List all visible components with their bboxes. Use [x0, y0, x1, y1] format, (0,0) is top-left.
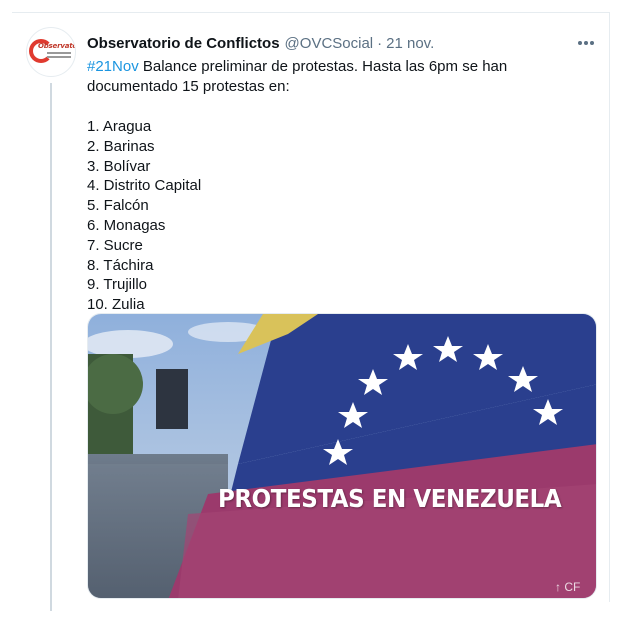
tweet-intro: #21Nov Balance preliminar de protestas. … — [87, 57, 597, 97]
tweet-card[interactable]: Observatorio Observatorio de Conflictos … — [12, 12, 610, 611]
tweet-intro-text: Balance preliminar de protestas. Hasta l… — [87, 58, 508, 95]
media-caption: PROTESTAS EN VENEZUELA — [218, 484, 562, 513]
ovc-logo-icon: Observatorio — [29, 37, 75, 67]
list-item: 10. Zulia — [87, 296, 145, 314]
list-item: 9. Trujillo — [87, 276, 148, 294]
more-button[interactable] — [574, 33, 598, 53]
user-handle[interactable]: @OVCSocial — [285, 35, 374, 52]
timestamp-link[interactable]: 21 nov. — [386, 35, 434, 52]
hashtag-link[interactable]: #21Nov — [87, 58, 139, 75]
more-horizontal-icon — [578, 41, 594, 45]
tweet-text: #21Nov Balance preliminar de protestas. … — [87, 57, 597, 315]
separator-dot: · — [377, 35, 383, 52]
list-item: 7. Sucre — [87, 236, 143, 254]
state-list: 1. Aragua 2. Barinas 3. Bolívar 4. Distr… — [87, 117, 597, 315]
flag-protest-photo — [88, 314, 596, 598]
list-item: 2. Barinas — [87, 137, 155, 155]
list-item: 4. Distrito Capital — [87, 177, 202, 195]
list-item: 5. Falcón — [87, 197, 149, 215]
list-item: 6. Monagas — [87, 216, 166, 234]
avatar[interactable]: Observatorio — [26, 27, 76, 77]
list-item: 3. Bolívar — [87, 157, 151, 175]
thread-line — [50, 83, 52, 611]
display-name[interactable]: Observatorio de Conflictos — [87, 35, 280, 52]
media-image[interactable]: PROTESTAS EN VENEZUELA ↑ CF — [87, 313, 597, 599]
corner-watermark: ↑ CF — [555, 580, 581, 594]
tweet-header: Observatorio de Conflictos @OVCSocial · … — [87, 35, 597, 55]
list-item: 8. Táchira — [87, 256, 154, 274]
list-item: 1. Aragua — [87, 118, 152, 135]
